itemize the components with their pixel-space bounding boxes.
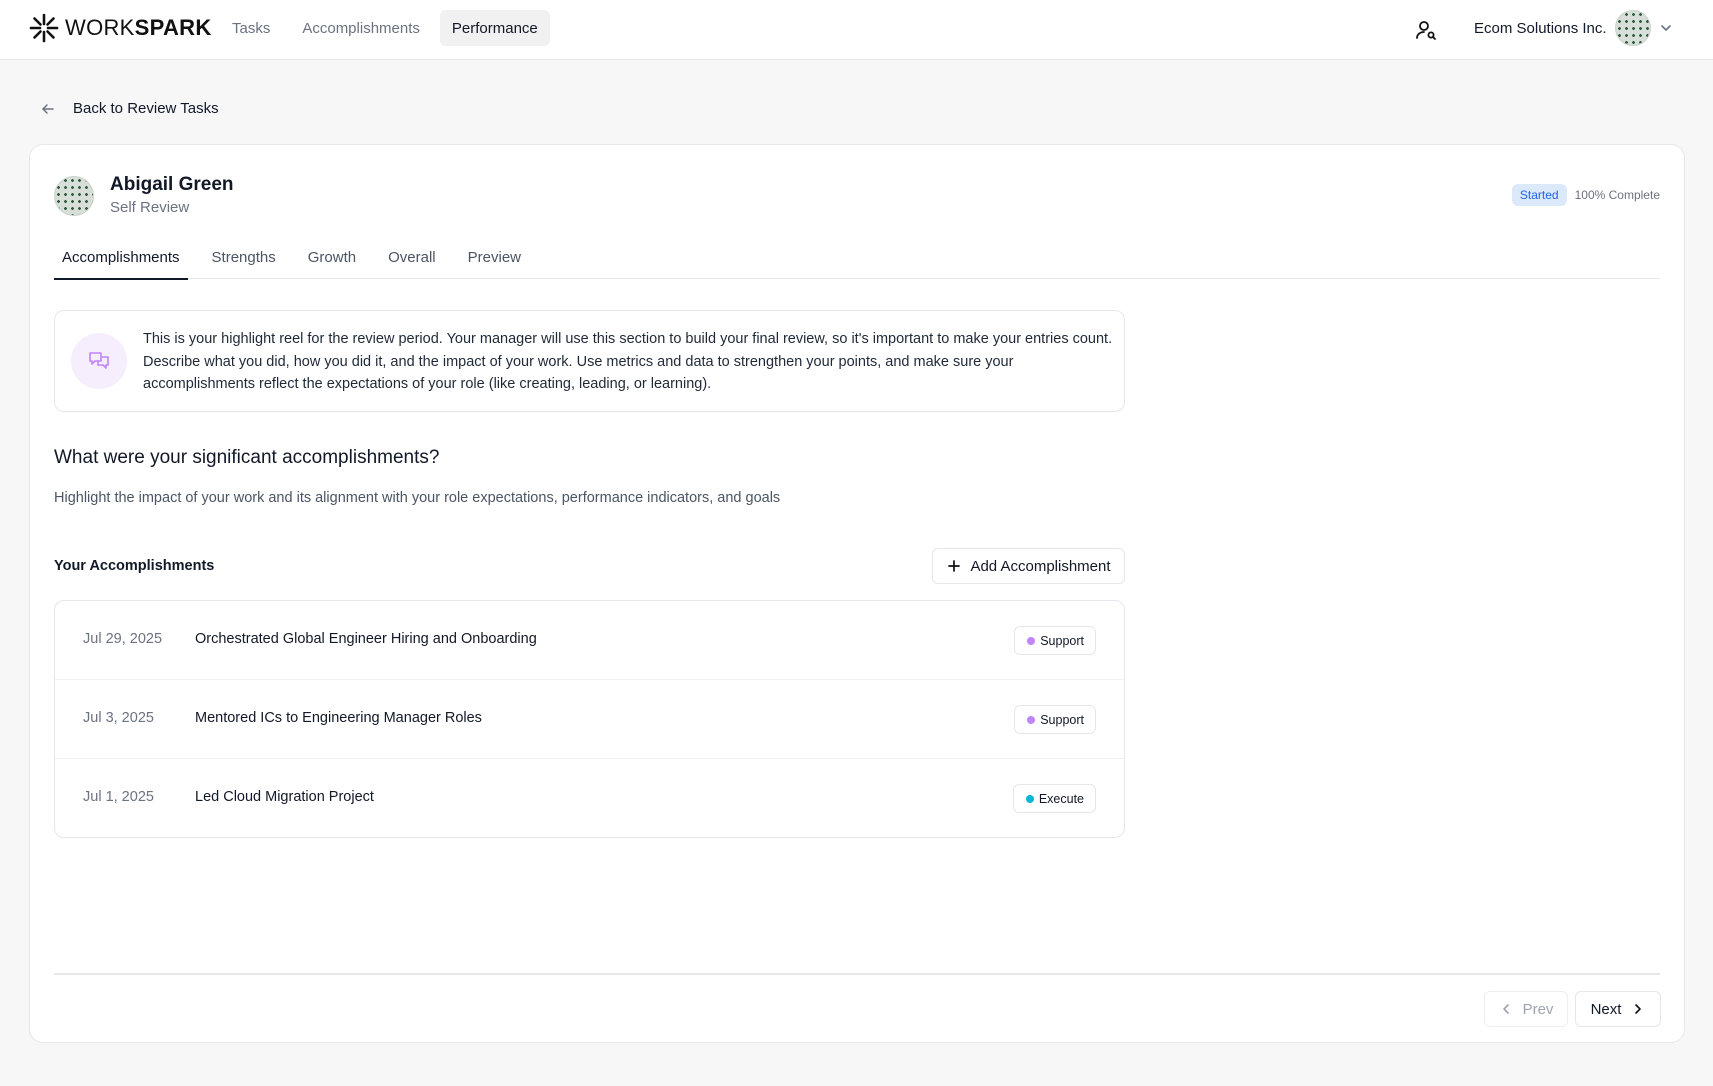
accomplishments-heading: Your Accomplishments <box>54 558 215 574</box>
question-title: What were your significant accomplishmen… <box>54 447 440 468</box>
chevron-right-icon <box>1635 1004 1642 1014</box>
accomplishment-date: Jul 1, 2025 <box>83 789 154 805</box>
review-status: Started 100% Complete <box>1511 184 1660 206</box>
footer-divider <box>54 973 1660 975</box>
tab-overall[interactable]: Overall <box>380 235 444 279</box>
tag-dot <box>1027 636 1036 645</box>
accomplishment-title: Orchestrated Global Engineer Hiring and … <box>195 631 537 647</box>
spark-icon <box>29 13 59 43</box>
org-switcher[interactable]: Ecom Solutions Inc. <box>1474 10 1673 46</box>
list-item[interactable]: Jul 1, 2025 Led Cloud Migration Project … <box>55 759 1124 837</box>
user-search-icon[interactable] <box>1414 18 1438 42</box>
tab-growth[interactable]: Growth <box>300 235 364 279</box>
accomplishment-date: Jul 29, 2025 <box>83 631 163 647</box>
next-label: Next <box>1590 1000 1622 1018</box>
nav-item-performance[interactable]: Performance <box>439 10 550 46</box>
reviewee-header: Abigail Green Self Review <box>54 173 234 219</box>
org-name: Ecom Solutions Inc. <box>1474 19 1607 37</box>
status-badge: Started <box>1511 184 1567 206</box>
add-accomplishment-button[interactable]: Add Accomplishment <box>932 548 1125 584</box>
category-tag: Support <box>1014 626 1096 655</box>
workspark-logo[interactable]: WORKSPARK <box>28 12 212 44</box>
list-item[interactable]: Jul 29, 2025 Orchestrated Global Enginee… <box>55 601 1124 680</box>
review-tabs: Accomplishments Strengths Growth Overall… <box>54 235 1660 280</box>
review-type: Self Review <box>110 199 190 216</box>
back-link-label: Back to Review Tasks <box>73 100 219 117</box>
accomplishment-date: Jul 3, 2025 <box>83 710 154 726</box>
category-tag: Support <box>1014 705 1096 734</box>
reviewee-avatar <box>54 176 94 216</box>
category-tag: Execute <box>1012 784 1096 813</box>
main-nav: Tasks Accomplishments Performance <box>220 10 550 46</box>
top-navbar: WORKSPARK Tasks Accomplishments Performa… <box>0 0 1713 60</box>
guidance-callout: This is your highlight reel for the revi… <box>54 310 1125 412</box>
review-card: Abigail Green Self Review Started 100% C… <box>29 144 1685 1043</box>
arrow-left-icon <box>42 103 54 114</box>
nav-item-accomplishments[interactable]: Accomplishments <box>290 10 432 46</box>
tag-dot <box>1027 715 1036 724</box>
tab-preview[interactable]: Preview <box>460 235 529 279</box>
plus-icon <box>948 560 961 572</box>
completion-label: 100% Complete <box>1574 188 1660 202</box>
reviewee-name: Abigail Green <box>110 174 234 195</box>
accomplishments-list: Jul 29, 2025 Orchestrated Global Enginee… <box>54 600 1125 838</box>
accomplishment-title: Mentored ICs to Engineering Manager Role… <box>195 710 482 726</box>
chevron-down-icon <box>1660 25 1671 31</box>
accomplishment-title: Led Cloud Migration Project <box>195 789 374 805</box>
next-button[interactable]: Next <box>1575 991 1661 1027</box>
chat-bubbles-icon <box>71 333 127 389</box>
org-avatar <box>1614 10 1651 46</box>
list-item[interactable]: Jul 3, 2025 Mentored ICs to Engineering … <box>55 680 1124 759</box>
brand-name: WORKSPARK <box>65 15 212 40</box>
prev-button[interactable]: Prev <box>1484 991 1568 1027</box>
guidance-text: This is your highlight reel for the revi… <box>143 331 1113 392</box>
tag-dot <box>1025 794 1034 803</box>
tab-strengths[interactable]: Strengths <box>204 235 284 279</box>
nav-item-tasks[interactable]: Tasks <box>220 10 282 46</box>
question-subtitle: Highlight the impact of your work and it… <box>54 490 781 506</box>
add-accomplishment-label: Add Accomplishment <box>970 557 1111 575</box>
tag-label: Support <box>1040 633 1084 648</box>
prev-label: Prev <box>1522 1000 1554 1018</box>
tag-label: Support <box>1040 712 1084 727</box>
tag-label: Execute <box>1038 791 1084 806</box>
back-to-review-tasks-link[interactable]: Back to Review Tasks <box>40 100 219 117</box>
tab-accomplishments[interactable]: Accomplishments <box>54 235 188 280</box>
chevron-left-icon <box>1502 1004 1509 1014</box>
